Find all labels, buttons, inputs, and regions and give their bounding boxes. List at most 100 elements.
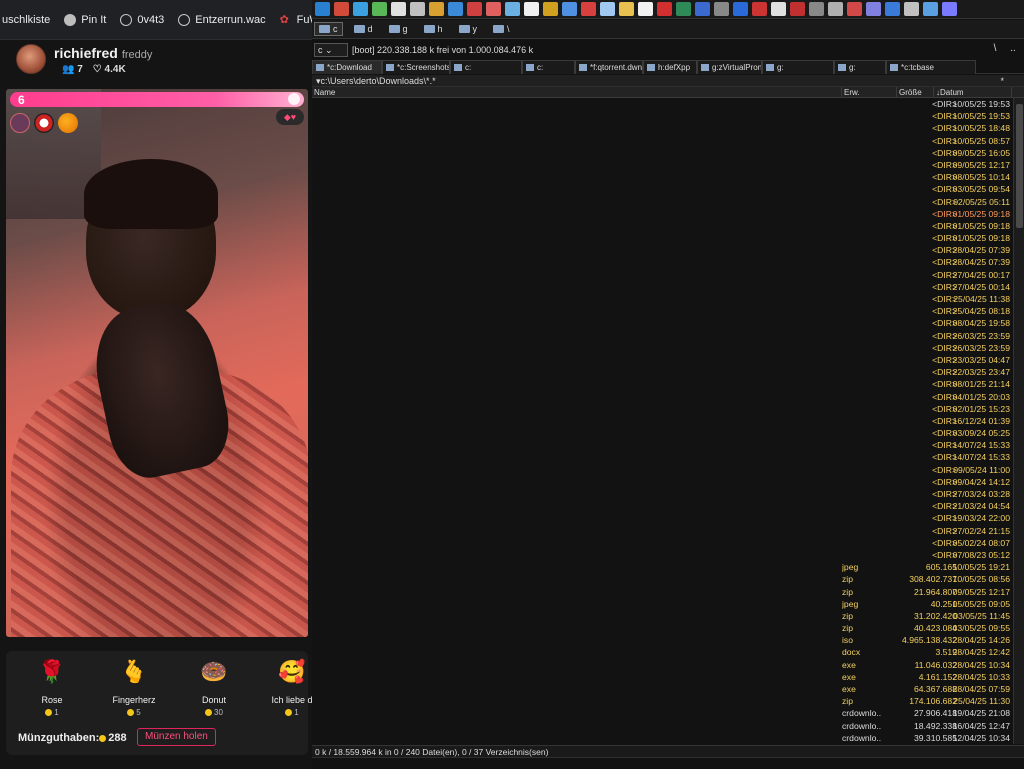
file-row[interactable]: [jd]<DIR>27/04/25 00:14 xyxy=(312,281,1012,293)
folder-tab[interactable]: c: xyxy=(450,60,522,74)
file-row[interactable]: Windows11InstallationAssistantexe4.161.1… xyxy=(312,671,1012,683)
file-row[interactable]: [New folder]<DIR>26/03/25 23:59 xyxy=(312,342,1012,354)
file-row[interactable]: [Sandbox]<DIR>04/01/25 20:03 xyxy=(312,391,1012,403)
toolbar-button-icon[interactable] xyxy=(790,2,805,16)
file-row[interactable]: [jdfin]<DIR>14/07/24 15:33 xyxy=(312,439,1012,451)
get-coins-button[interactable]: Münzen holen xyxy=(137,728,216,746)
toolbar-button-icon[interactable] xyxy=(334,2,349,16)
toolbar-button-icon[interactable] xyxy=(543,2,558,16)
file-row[interactable]: [_nw]<DIR>25/04/25 08:18 xyxy=(312,305,1012,317)
file-row[interactable]: 0a68aba9-4f33-459c-8df2-279da0be70f0jpeg… xyxy=(312,561,1012,573)
toolbar-button-icon[interactable] xyxy=(467,2,482,16)
file-row[interactable]: [_SCCreator]<DIR>10/05/25 18:48 xyxy=(312,122,1012,134)
file-row[interactable]: Unconfirmed 699923crdownlo..27.906.41819… xyxy=(312,707,1012,719)
file-row[interactable]: [stunnel-5.72-android]<DIR>05/02/24 08:0… xyxy=(312,537,1012,549)
toolbar-button-icon[interactable] xyxy=(733,2,748,16)
bookmark-item[interactable]: ✿ FuW-Quiz xyxy=(280,14,312,26)
file-row[interactable]: [_xdm]<DIR>28/04/25 07:39 xyxy=(312,256,1012,268)
file-row[interactable]: mediacreationtoolexe11.046.03228/04/25 1… xyxy=(312,659,1012,671)
bookmark-item[interactable]: Entzerrun.wac xyxy=(178,13,266,26)
drive-button-network[interactable]: \ xyxy=(488,22,515,36)
toolbar-button-icon[interactable] xyxy=(315,2,330,16)
drive-button-g[interactable]: g xyxy=(384,22,413,36)
toolbar-button-icon[interactable] xyxy=(600,2,615,16)
file-row[interactable]: hk-made-in-heavenzip40.423.08403/05/25 0… xyxy=(312,622,1012,634)
column-header-name[interactable]: Name xyxy=(312,87,842,98)
streamer-profile[interactable]: richiefred freddy 👥 7 ♡ 4.4K xyxy=(16,44,306,82)
file-row[interactable]: [MicrosoftEdgeDropFiles]<DIR>08/04/25 19… xyxy=(312,317,1012,329)
filter-star-button[interactable]: * xyxy=(1000,75,1004,87)
file-row[interactable]: [WordPress2Doc_1.2.8.5]<DIR>09/05/24 11:… xyxy=(312,464,1012,476)
file-row[interactable]: [__tc.UnrealNOTAG]<DIR>08/05/25 10:14 xyxy=(312,171,1012,183)
streamer-name[interactable]: richiefred freddy xyxy=(54,45,152,61)
file-list[interactable]: [..]<DIR>10/05/25 19:53[_Clitor.info]<DI… xyxy=(312,98,1012,744)
viewer-avatar-3[interactable] xyxy=(58,113,78,133)
file-row[interactable]: [clitor.info]<DIR>01/05/25 09:18 xyxy=(312,220,1012,232)
parent-dir-button[interactable]: .. xyxy=(1006,43,1020,56)
live-video[interactable]: 6 ◆♥ xyxy=(6,89,308,637)
file-row[interactable]: [_flWP]<DIR>26/03/25 23:59 xyxy=(312,330,1012,342)
file-row[interactable]: [OneDrive-2025-04-11]<DIR>27/04/25 00:17 xyxy=(312,269,1012,281)
current-path[interactable]: ▾c:\Users\derto\Downloads\*.* * xyxy=(312,75,1024,87)
file-row[interactable]: Windows11iso4.965.138.43228/04/25 14:26 xyxy=(312,634,1012,646)
gift-combo-icon[interactable]: ◆♥ xyxy=(276,109,304,125)
toolbar-button-icon[interactable] xyxy=(638,2,653,16)
file-row[interactable]: [naab3sujn.wordpress.com]<DIR>01/05/25 0… xyxy=(312,208,1012,220)
file-row[interactable]: [winAmp]<DIR>27/03/24 03:28 xyxy=(312,488,1012,500)
toolbar-button-icon[interactable] xyxy=(448,2,463,16)
file-row[interactable]: Unconfirmed 405990crdownlo..18.492.33816… xyxy=(312,720,1012,732)
toolbar-button-icon[interactable] xyxy=(695,2,710,16)
gift-item[interactable]: 🍩 Donut 30 xyxy=(184,657,244,717)
gift-item[interactable]: 🫰 Fingerherz 5 xyxy=(104,657,164,717)
drive-button-y[interactable]: y xyxy=(454,22,483,36)
toolbar-button-icon[interactable] xyxy=(581,2,596,16)
drive-button-c[interactable]: c xyxy=(314,22,343,36)
toolbar-button-icon[interactable] xyxy=(847,2,862,16)
toolbar-button-icon[interactable] xyxy=(809,2,824,16)
file-row[interactable]: [Hoheluft-1-001]<DIR>02/05/25 05:11 xyxy=(312,196,1012,208)
file-row[interactable]: [skeleton-win32-x64]<DIR>27/02/24 21:15 xyxy=(312,525,1012,537)
column-header-ext[interactable]: Erw. xyxy=(842,87,897,98)
file-row[interactable]: Unconfirmed 302172crdownlo..39.310.58512… xyxy=(312,732,1012,744)
folder-tab[interactable]: *c:Download xyxy=(312,60,382,74)
file-row[interactable]: [__tc.Unrealesed]<DIR>09/05/25 16:05 xyxy=(312,147,1012,159)
file-row[interactable]: [openssl-3.3.0]<DIR>09/04/24 14:12 xyxy=(312,476,1012,488)
file-list-scrollbar[interactable] xyxy=(1013,98,1024,744)
toolbar-button-icon[interactable] xyxy=(353,2,368,16)
toolbar-button-icon[interactable] xyxy=(505,2,520,16)
toolbar-button-icon[interactable] xyxy=(676,2,691,16)
toolbar-button-icon[interactable] xyxy=(923,2,938,16)
file-row[interactable]: [SetupRST_extracted]<DIR>21/03/24 04:54 xyxy=(312,500,1012,512)
toolbar-button-icon[interactable] xyxy=(828,2,843,16)
toolbar-button-icon[interactable] xyxy=(562,2,577,16)
toolbar-button-icon[interactable] xyxy=(524,2,539,16)
drive-select[interactable]: c ⌄ xyxy=(314,42,348,57)
toolbar-button-icon[interactable] xyxy=(942,2,957,16)
bookmark-item[interactable]: Pin It xyxy=(64,13,106,26)
viewer-avatar-2[interactable] xyxy=(34,113,54,133)
folder-tab[interactable]: *c:tcbase xyxy=(886,60,976,74)
file-row[interactable]: HiSuite_15.0.1.180exe64.367.68828/04/25 … xyxy=(312,683,1012,695)
file-row[interactable]: _AlMukkazip174.106.68225/04/25 11:30 xyxy=(312,695,1012,707)
toolbar-button-icon[interactable] xyxy=(771,2,786,16)
file-row[interactable]: [_OnceH]<DIR>22/03/25 23:47 xyxy=(312,366,1012,378)
file-row[interactable]: maturityjpeg40.25105/05/25 09:05 xyxy=(312,598,1012,610)
file-row[interactable]: __tc.Unrealesedzip31.202.42003/05/25 11:… xyxy=(312,610,1012,622)
file-row[interactable]: [..]<DIR>10/05/25 19:53 xyxy=(312,98,1012,110)
folder-tab[interactable]: c: xyxy=(522,60,575,74)
toolbar-button-icon[interactable] xyxy=(429,2,444,16)
drive-button-h[interactable]: h xyxy=(419,22,448,36)
file-row[interactable]: #WHOTF_is_Reinhold_Thiele_ tc.req._oms.s… xyxy=(312,573,1012,585)
scrollbar-thumb[interactable] xyxy=(1016,104,1023,228)
command-line[interactable] xyxy=(312,757,1024,769)
file-row[interactable]: [xdm_edge]<DIR>03/09/24 05:25 xyxy=(312,427,1012,439)
folder-tab[interactable]: g:zVirtualPron xyxy=(697,60,762,74)
file-row[interactable]: [oxhi.de]<DIR>01/05/25 09:18 xyxy=(312,232,1012,244)
file-row[interactable]: [zMet]<DIR>02/01/25 15:23 xyxy=(312,403,1012,415)
file-row[interactable]: [Sandboxie-Plus]<DIR>08/01/25 21:14 xyxy=(312,378,1012,390)
folder-tab[interactable]: *f:qtorrent.dwn xyxy=(575,60,643,74)
file-row[interactable]: [_wp]<DIR>23/03/25 04:47 xyxy=(312,354,1012,366)
avatar[interactable] xyxy=(16,44,46,74)
file-row[interactable]: [_AlMukka]<DIR>25/04/25 11:38 xyxy=(312,293,1012,305)
toolbar-button-icon[interactable] xyxy=(372,2,387,16)
